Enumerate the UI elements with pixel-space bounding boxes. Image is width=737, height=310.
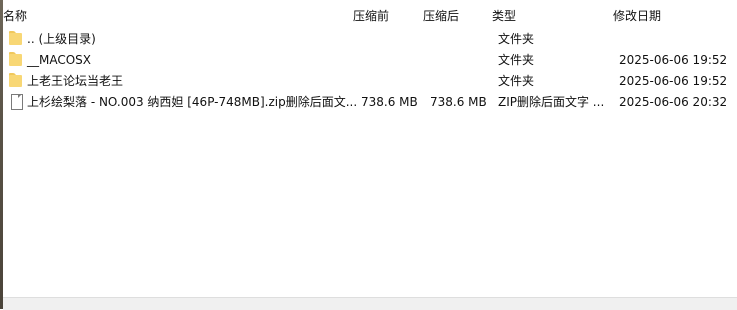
status-bar	[3, 297, 737, 310]
file-icon	[8, 93, 24, 110]
column-modified[interactable]: 修改日期	[613, 8, 661, 24]
folder-icon	[8, 30, 24, 47]
file-row[interactable]: .. (上级目录) 文件夹	[3, 28, 737, 49]
column-packed[interactable]: 压缩后	[423, 8, 459, 24]
file-size: 738.6 MB	[361, 95, 418, 109]
file-name: .. (上级目录)	[27, 32, 96, 46]
column-name[interactable]: 名称	[3, 8, 27, 24]
file-row[interactable]: 上杉绘梨落 - NO.003 纳西妲 [46P-748MB].zip删除后面文.…	[3, 91, 737, 112]
file-row[interactable]: __MACOSX 文件夹 2025-06-06 19:52	[3, 49, 737, 70]
file-type: ZIP删除后面文字 ...	[498, 95, 605, 109]
file-row[interactable]: 上老王论坛当老王 文件夹 2025-06-06 19:52	[3, 70, 737, 91]
file-name: 上老王论坛当老王	[27, 74, 124, 88]
folder-icon	[8, 72, 24, 89]
file-modified: 2025-06-06 19:52	[619, 53, 728, 67]
file-type: 文件夹	[498, 74, 535, 88]
folder-icon	[8, 51, 24, 68]
column-type[interactable]: 类型	[492, 8, 516, 24]
file-name: __MACOSX	[27, 53, 92, 67]
file-packed-size: 738.6 MB	[430, 95, 487, 109]
column-size[interactable]: 压缩前	[353, 8, 389, 24]
file-name: 上杉绘梨落 - NO.003 纳西妲 [46P-748MB].zip删除后面文.…	[27, 95, 358, 109]
file-type: 文件夹	[498, 53, 535, 67]
file-type: 文件夹	[498, 32, 535, 46]
file-modified: 2025-06-06 19:52	[619, 74, 728, 88]
file-modified: 2025-06-06 20:32	[619, 95, 728, 109]
